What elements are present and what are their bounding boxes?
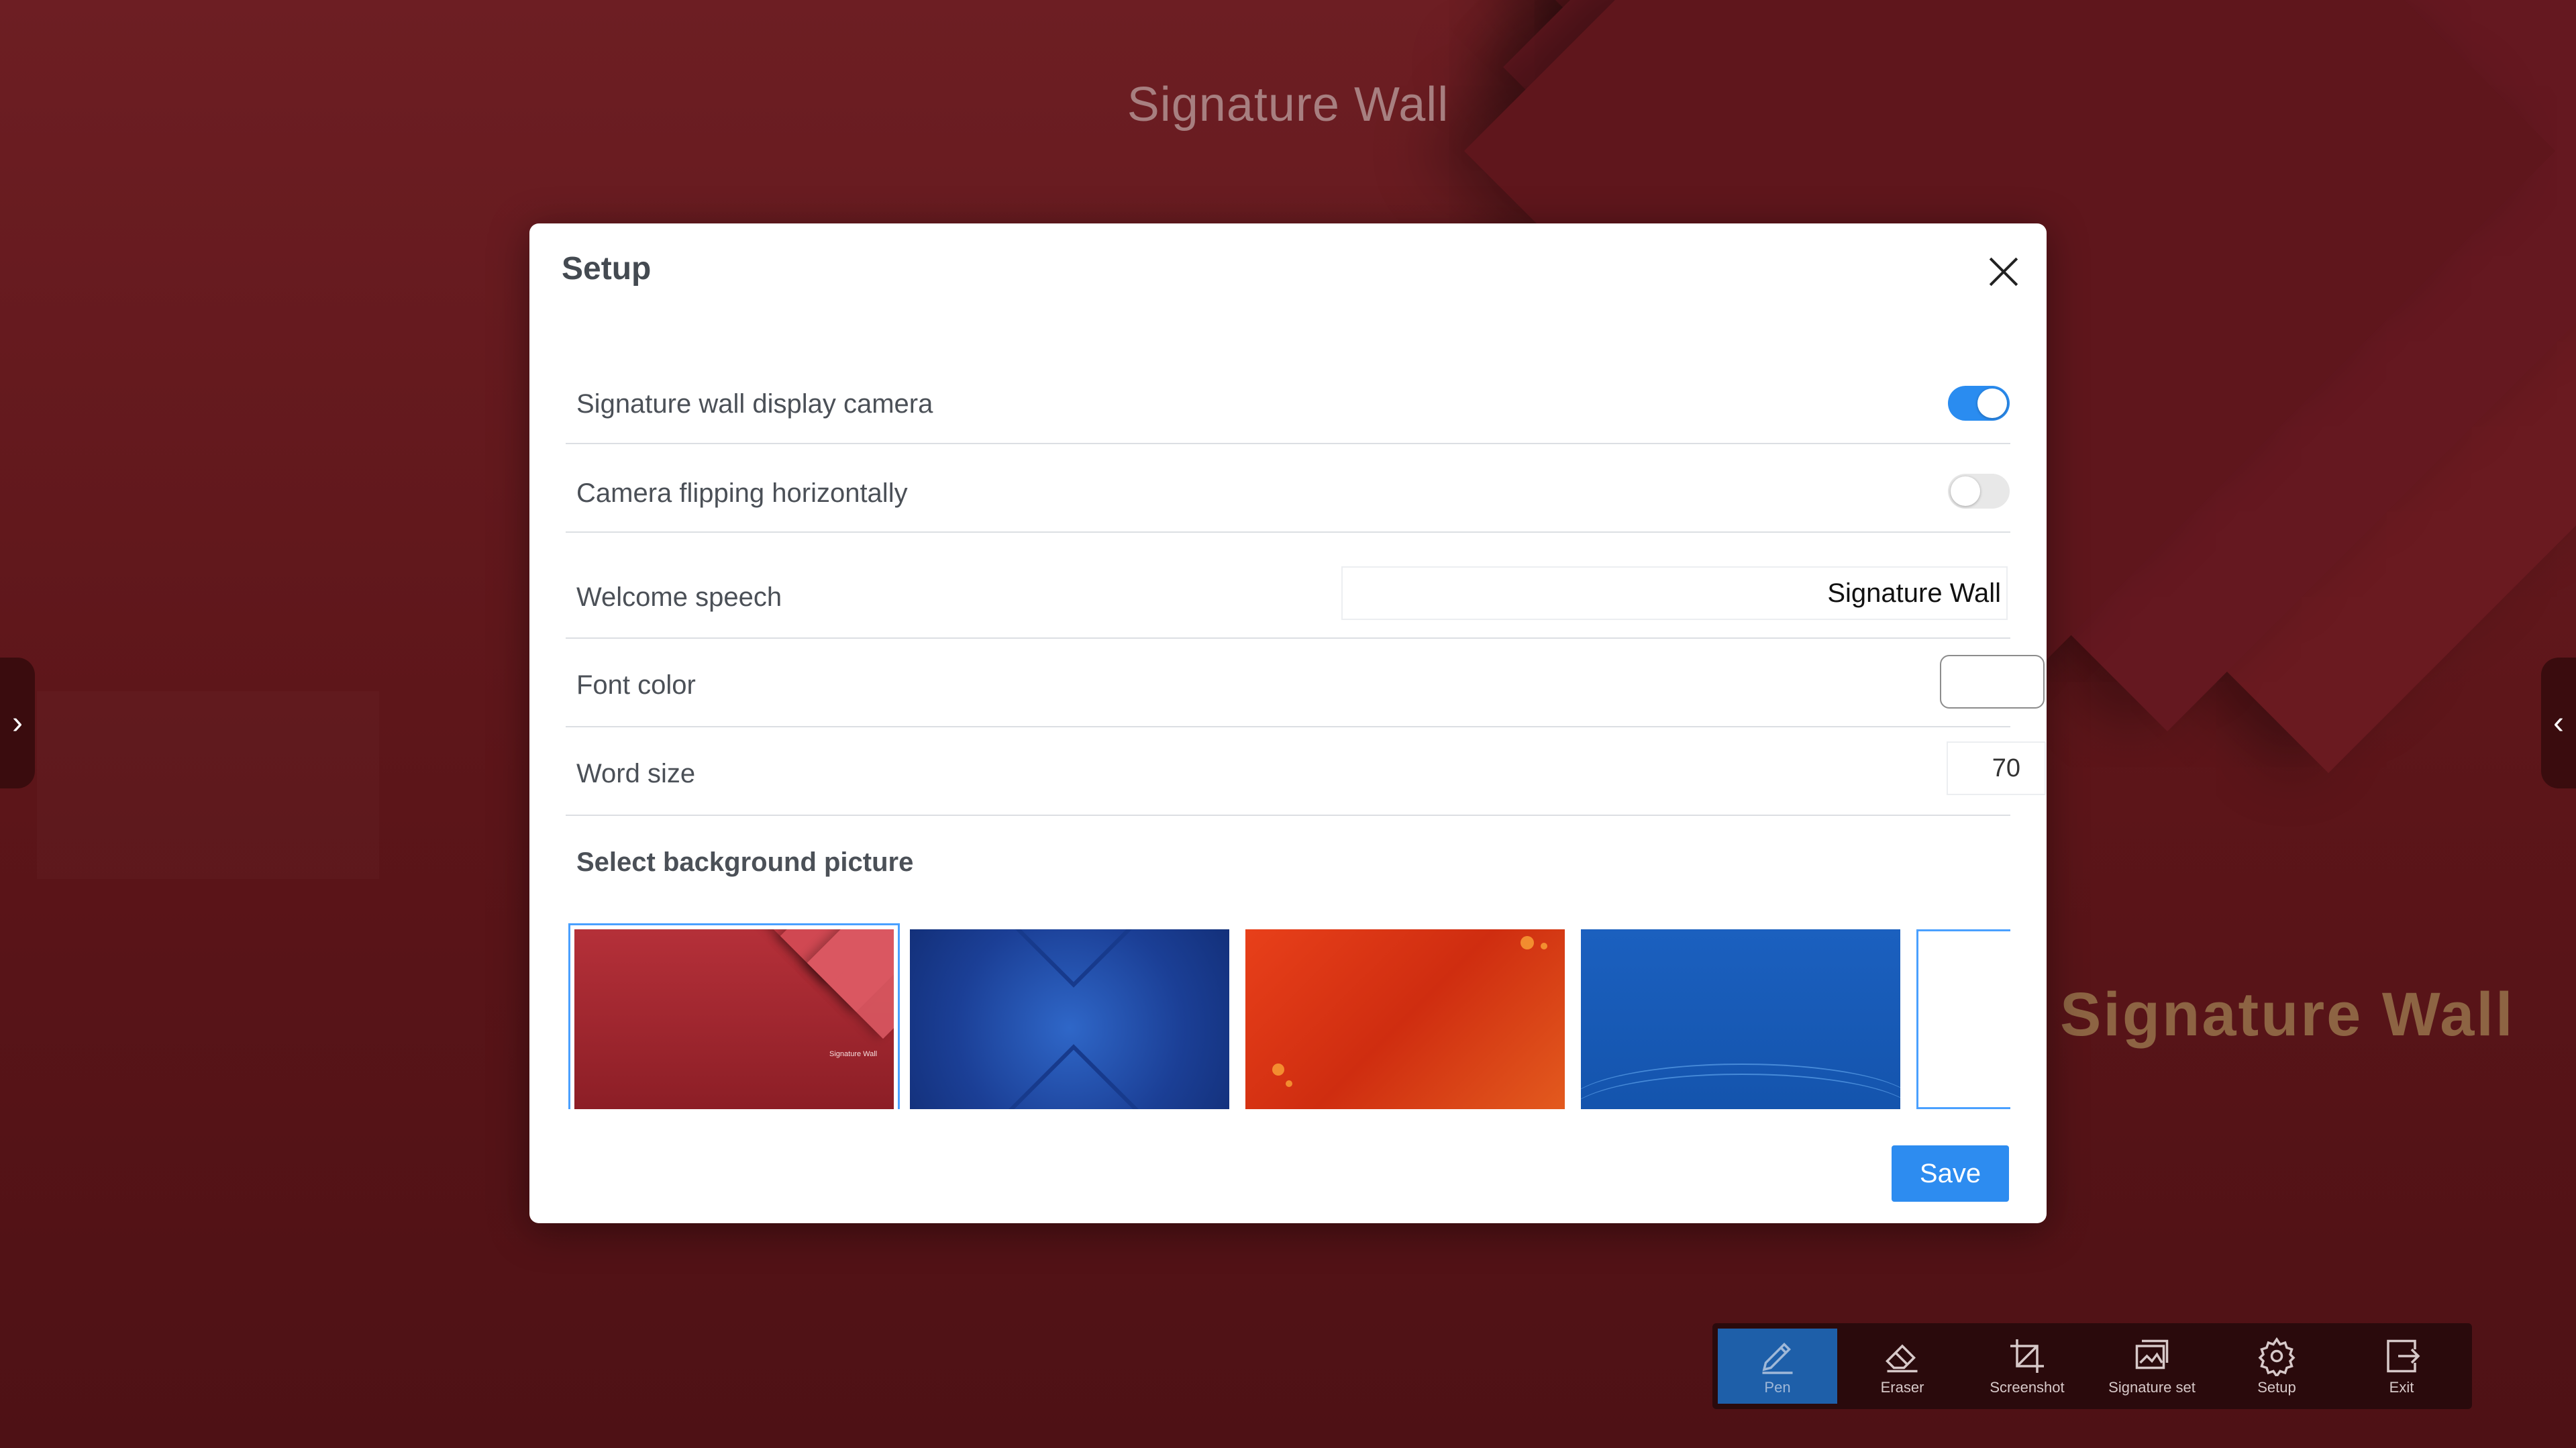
tool-pen[interactable]: Pen	[1718, 1329, 1837, 1404]
tool-label: Setup	[2257, 1379, 2296, 1396]
font-color-label: Font color	[576, 670, 696, 700]
wall-watermark: Signature Wall	[2060, 980, 2515, 1049]
setting-flip-camera: Camera flipping horizontally	[566, 444, 2010, 533]
chevron-left-icon: ‹	[2553, 705, 2564, 741]
chevron-right-icon: ›	[12, 705, 23, 741]
tool-screenshot[interactable]: Screenshot	[1967, 1329, 2087, 1404]
background-thumb-blue-wave[interactable]	[1581, 929, 1900, 1109]
pen-icon	[1762, 1343, 1793, 1374]
welcome-speech-input[interactable]	[1341, 566, 2008, 620]
gear-icon	[2258, 1337, 2296, 1376]
display-camera-label: Signature wall display camera	[576, 389, 933, 419]
setting-word-size: Word size	[566, 727, 2046, 816]
setting-font-color: Font color	[566, 639, 2045, 727]
tool-signature-set[interactable]: Signature set	[2092, 1329, 2212, 1404]
exit-icon	[2387, 1339, 2420, 1373]
welcome-speech-label: Welcome speech	[576, 582, 782, 612]
eraser-icon	[1886, 1344, 1918, 1373]
background-thumb-red[interactable]: Signature Wall	[568, 923, 900, 1109]
background-thumb-orange[interactable]	[1245, 929, 1565, 1109]
word-size-input[interactable]	[1947, 741, 2046, 795]
tool-label: Exit	[2389, 1379, 2414, 1396]
crop-icon	[2010, 1339, 2044, 1373]
tool-exit[interactable]: Exit	[2342, 1329, 2461, 1404]
tool-label: Signature set	[2108, 1379, 2196, 1396]
background-thumbnail-strip: Signature Wall	[566, 921, 2010, 1109]
display-camera-toggle[interactable]	[1948, 386, 2010, 421]
background-thumb-blue[interactable]	[910, 929, 1229, 1109]
close-icon[interactable]	[1982, 250, 2025, 293]
word-size-label: Word size	[576, 759, 696, 788]
tool-label: Screenshot	[1990, 1379, 2065, 1396]
setting-welcome-speech: Welcome speech	[566, 559, 2010, 639]
right-panel-toggle[interactable]: ‹	[2541, 658, 2576, 788]
thumb-caption: Signature Wall	[829, 1050, 878, 1058]
gallery-icon	[2135, 1339, 2169, 1369]
dialog-title: Setup	[562, 251, 652, 287]
flip-camera-toggle[interactable]	[1948, 474, 2010, 509]
background-section-label: Select background picture	[576, 847, 914, 877]
tool-setup[interactable]: Setup	[2217, 1329, 2336, 1404]
flip-camera-label: Camera flipping horizontally	[576, 478, 908, 508]
save-button[interactable]: Save	[1892, 1145, 2009, 1202]
background-thumb-white[interactable]	[1916, 929, 2010, 1109]
bottom-toolbar: Pen Eraser Screenshot Signature set Setu…	[1712, 1323, 2472, 1409]
tool-label: Pen	[1764, 1379, 1791, 1396]
setting-display-camera: Signature wall display camera	[566, 356, 2010, 444]
tool-label: Eraser	[1880, 1379, 1924, 1396]
tool-eraser[interactable]: Eraser	[1843, 1329, 1962, 1404]
left-panel-toggle[interactable]: ›	[0, 658, 35, 788]
setup-dialog: Setup Signature wall display camera Came…	[529, 223, 2047, 1223]
font-color-picker[interactable]	[1940, 655, 2045, 709]
wall-title: Signature Wall	[1127, 78, 1449, 132]
